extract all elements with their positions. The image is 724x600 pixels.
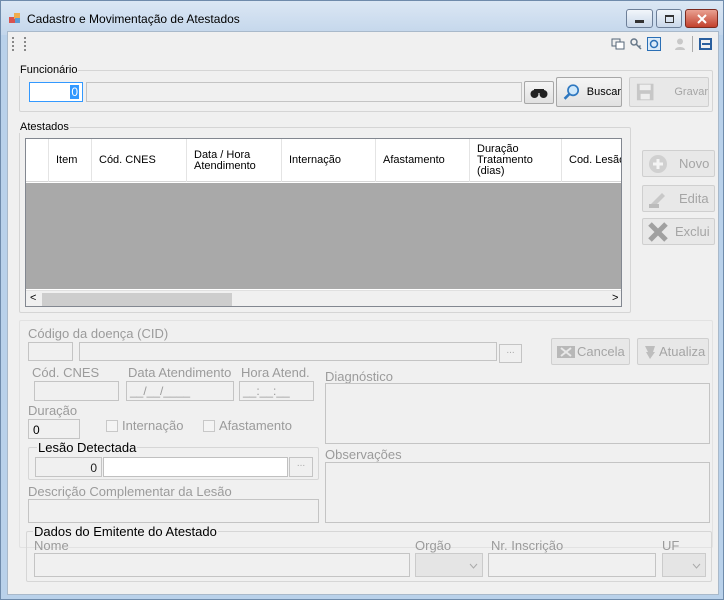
chevron-down-icon [469,563,478,569]
search-icon [563,84,580,100]
key-icon[interactable] [629,37,643,51]
user-icon[interactable] [673,37,687,51]
add-icon [649,154,667,173]
hora-atend-label: Hora Atend. [241,365,310,380]
horizontal-scrollbar[interactable]: < > [26,290,621,306]
observacoes-field [325,462,710,523]
cid-description-field [79,342,497,361]
main-window: Cadastro e Movimentação de Atestados Fun… [0,0,724,600]
grid-header: Item Cód. CNES Data / Hora Atendimento I… [26,139,621,182]
col-header-duracao[interactable]: Duração Tratamento (dias) [470,139,562,182]
col-header-data-hora[interactable]: Data / Hora Atendimento [187,139,282,182]
toolbar-grip[interactable] [12,37,26,51]
uf-select[interactable] [662,553,706,577]
update-icon [645,345,655,359]
col-header-cnes[interactable]: Cód. CNES [92,139,187,182]
maximize-button[interactable] [656,9,682,28]
client-area: Funcionário 0 Buscar Gravar Atestados It… [7,31,719,595]
nome-label: Nome [34,538,69,553]
atualiza-button[interactable]: Atualiza [637,338,709,365]
save-icon [636,83,654,101]
cid-code-field [28,342,73,361]
funcionario-code-input[interactable]: 0 [29,82,83,102]
windows-icon[interactable] [611,37,625,51]
internacao-label: Internação [122,418,184,433]
cid-lookup-button[interactable]: ... [499,344,522,363]
chevron-down-icon [692,563,701,569]
orgao-label: Orgão [415,538,452,553]
lesao-legend: Lesão Detectada [38,440,137,455]
cancela-button[interactable]: Cancela [551,338,630,365]
funcionario-legend: Funcionário [20,64,78,76]
col-header-afastamento[interactable]: Afastamento [376,139,470,182]
data-atendimento-label: Data Atendimento [128,365,232,380]
edita-button[interactable]: Edita [642,185,715,212]
col-header-internacao[interactable]: Internação [282,139,376,182]
inscricao-field [488,553,656,577]
lesao-description-field [103,457,288,477]
toolbar-separator [692,36,693,52]
buscar-button[interactable]: Buscar [556,77,622,107]
inscricao-label: Nr. Inscrição [491,538,564,553]
scroll-thumb[interactable] [42,293,232,306]
atestados-legend: Atestados [20,121,69,133]
descricao-field [28,499,319,523]
nome-field [34,553,410,577]
title-bar: Cadastro e Movimentação de Atestados [1,1,723,35]
observacoes-label: Observações [325,447,402,462]
exit-icon[interactable] [699,37,713,51]
col-header-item[interactable]: Item [49,139,92,182]
lesao-lookup-button[interactable]: ... [289,457,313,477]
cnes-label: Cód. CNES [32,365,100,380]
exclui-button[interactable]: Exclui [642,218,715,245]
refresh-icon[interactable] [647,37,661,51]
binoculars-icon [530,88,548,98]
gravar-button[interactable]: Gravar [629,77,709,107]
scroll-right-icon[interactable]: > [612,292,618,304]
cid-label: Código da doença (CID) [28,326,169,341]
descricao-label: Descrição Complementar da Lesão [28,484,232,499]
col-header-cod-lesao[interactable]: Cod. Lesão [562,139,621,182]
scroll-left-icon[interactable]: < [30,292,36,304]
diagnostico-label: Diagnóstico [325,369,393,384]
funcionario-name-field [86,82,522,102]
afastamento-label: Afastamento [219,418,292,433]
internacao-checkbox[interactable] [106,420,118,432]
afastamento-checkbox[interactable] [203,420,215,432]
orgao-select[interactable] [415,553,483,577]
duracao-label: Duração [28,403,78,418]
lesao-code-field: 0 [35,457,102,477]
atestados-grid[interactable]: Item Cód. CNES Data / Hora Atendimento I… [25,138,622,307]
minimize-button[interactable] [626,9,653,28]
app-icon [9,13,20,23]
cancel-icon [557,345,575,358]
data-atendimento-field: __/__/____ [126,381,234,401]
binoculars-button[interactable] [524,81,554,104]
novo-button[interactable]: Novo [642,150,715,177]
cnes-field [34,381,119,401]
close-icon [696,13,707,24]
window-title: Cadastro e Movimentação de Atestados [27,12,240,26]
duracao-field: 0 [28,419,80,439]
delete-icon [648,221,668,242]
grid-body [26,183,621,289]
diagnostico-field [325,383,710,444]
row-header-cell [26,139,49,182]
minimize-icon [635,20,644,23]
close-button[interactable] [685,9,718,28]
toolbar [8,32,718,56]
uf-label: UF [662,538,680,553]
hora-atend-field: __:__:__ [239,381,314,401]
maximize-icon [664,14,674,23]
edit-icon [649,192,665,208]
emitente-legend: Dados do Emitente do Atestado [34,524,217,539]
